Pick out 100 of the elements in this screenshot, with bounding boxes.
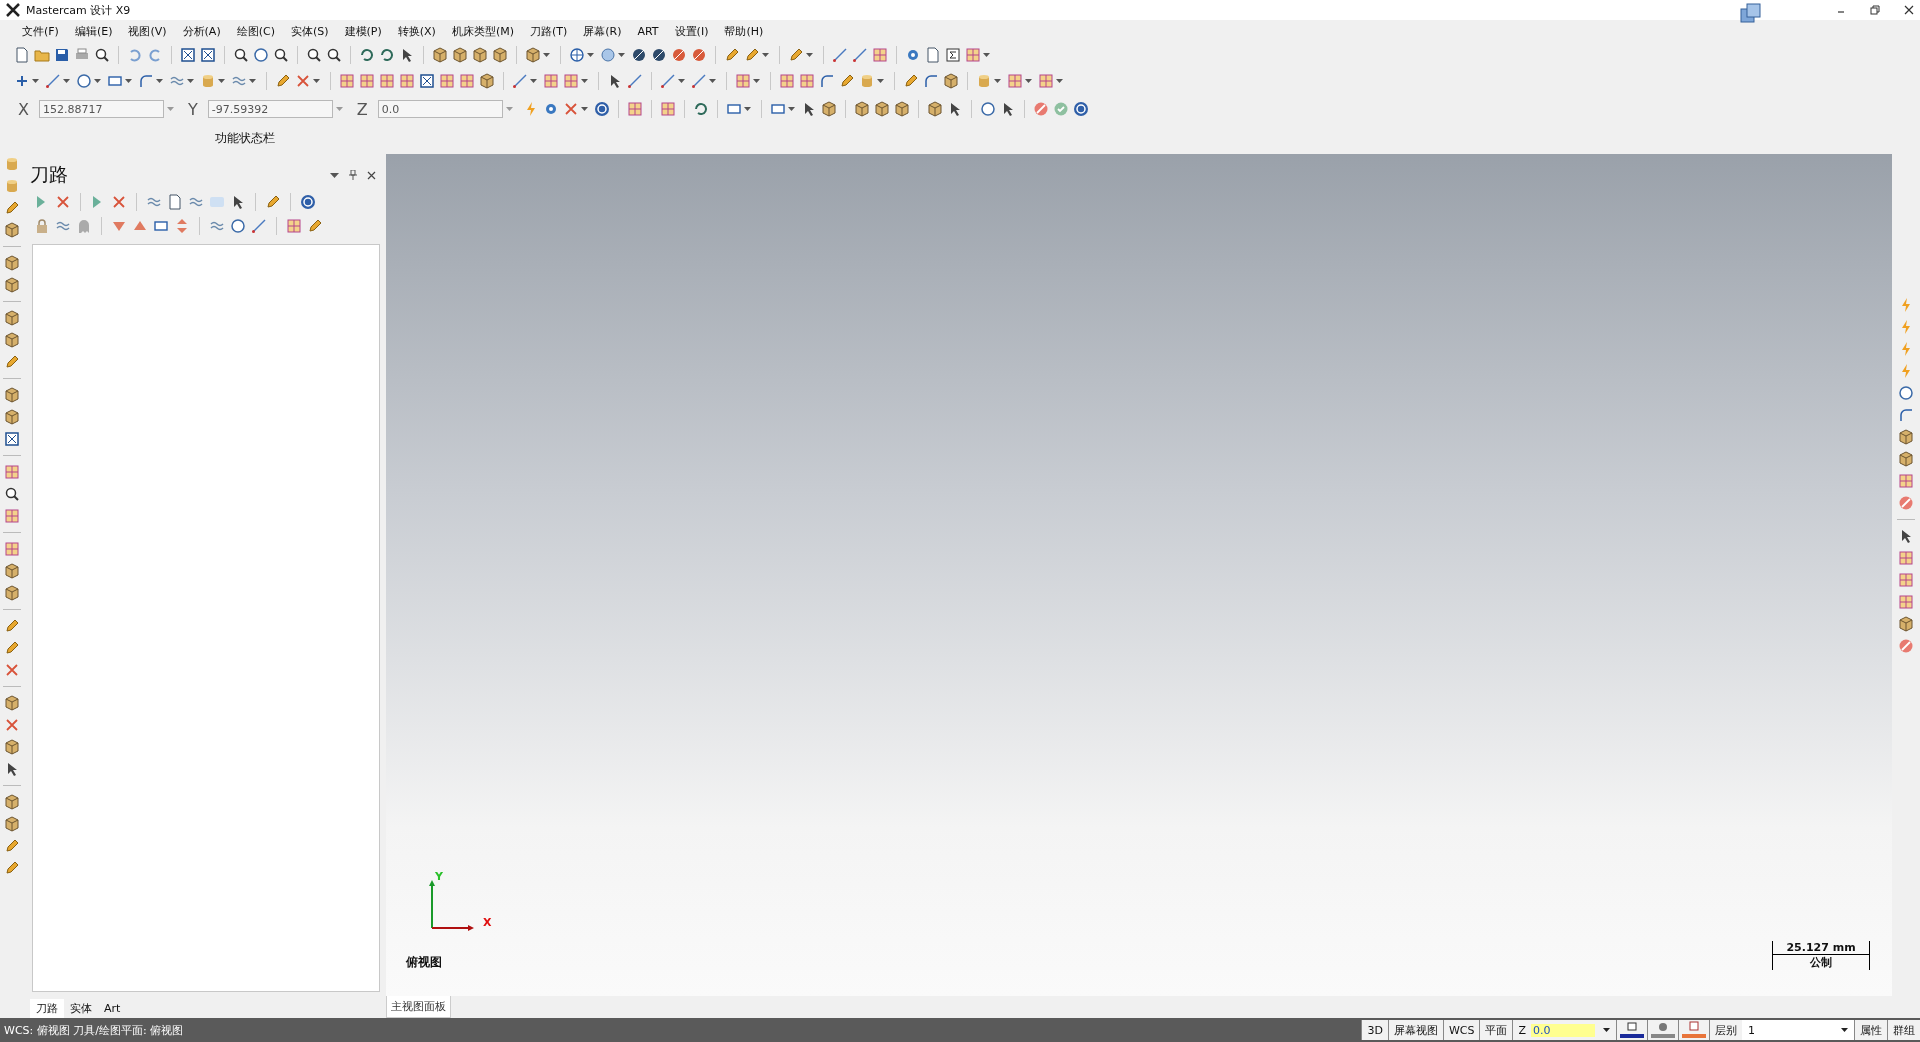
cube-icon[interactable] <box>4 277 20 293</box>
redo-icon[interactable] <box>147 47 163 63</box>
grid-icon[interactable] <box>4 508 20 524</box>
grid-icon[interactable] <box>359 73 375 89</box>
sphere-icon[interactable] <box>691 47 707 63</box>
sphere-icon[interactable] <box>651 47 667 63</box>
pencil-icon[interactable] <box>4 618 20 634</box>
cube-icon[interactable] <box>4 387 20 403</box>
menu-item[interactable]: 屏幕(R) <box>575 23 630 39</box>
status-button[interactable]: 平面 <box>1479 1020 1513 1040</box>
rectangle-icon[interactable] <box>153 218 169 234</box>
status-button[interactable]: 群组 <box>1887 1020 1920 1040</box>
frame-icon[interactable] <box>200 47 216 63</box>
menu-item[interactable]: 实体(S) <box>282 23 337 39</box>
cube-icon[interactable] <box>853 101 870 117</box>
menu-item[interactable]: 分析(A) <box>174 23 229 39</box>
coordinate-field[interactable]: 0.0 <box>377 100 503 118</box>
caret-icon[interactable] <box>313 79 320 83</box>
coordinate-field[interactable]: -97.59392 <box>207 100 333 118</box>
grid-icon[interactable] <box>659 101 676 117</box>
stop-icon[interactable] <box>1032 101 1049 117</box>
grid-icon[interactable] <box>543 73 559 89</box>
pencil-icon[interactable] <box>265 194 281 210</box>
grid-icon[interactable] <box>563 73 579 89</box>
rotate-icon[interactable] <box>379 47 395 63</box>
caret-icon[interactable] <box>543 53 550 57</box>
line-icon[interactable] <box>45 73 61 89</box>
cube-icon[interactable] <box>1898 429 1914 445</box>
cube-icon[interactable] <box>873 101 890 117</box>
cross-icon[interactable] <box>111 194 127 210</box>
graphics-viewport[interactable]: Y X 俯视图 25.127 mm 公制 <box>386 154 1892 996</box>
arc-icon[interactable] <box>923 73 939 89</box>
close-icon[interactable] <box>367 170 376 180</box>
caret-icon[interactable] <box>1056 79 1063 83</box>
cube-icon[interactable] <box>943 73 959 89</box>
pencil-icon[interactable] <box>788 47 804 63</box>
cross-icon[interactable] <box>295 73 311 89</box>
cube-icon[interactable] <box>4 563 20 579</box>
magnifier-icon[interactable] <box>326 47 342 63</box>
magnifier-icon[interactable] <box>233 47 249 63</box>
rectangle-icon[interactable] <box>107 73 123 89</box>
grid-icon[interactable] <box>339 73 355 89</box>
menu-item[interactable]: 绘图(C) <box>228 23 283 39</box>
close-icon[interactable] <box>1904 5 1914 15</box>
pencil-icon[interactable] <box>4 860 20 876</box>
pencil-icon[interactable] <box>4 838 20 854</box>
caret-icon[interactable] <box>1025 79 1032 83</box>
plus-icon[interactable] <box>14 73 30 89</box>
menu-item[interactable]: 文件(F) <box>14 23 67 39</box>
cross-icon[interactable] <box>4 717 20 733</box>
magnifier-icon[interactable] <box>306 47 322 63</box>
line-icon[interactable] <box>251 218 267 234</box>
grid-icon[interactable] <box>1898 550 1914 566</box>
arc-icon[interactable] <box>138 73 154 89</box>
document-icon[interactable] <box>925 47 941 63</box>
caret-icon[interactable] <box>994 79 1001 83</box>
panel-tab[interactable]: Art <box>98 999 127 1017</box>
grid-icon[interactable] <box>4 541 20 557</box>
menu-item[interactable]: 编辑(E) <box>66 23 121 39</box>
cube-icon[interactable] <box>4 585 20 601</box>
arc-icon[interactable] <box>819 73 835 89</box>
menu-item[interactable]: 设置(I) <box>666 23 717 39</box>
pencil-icon[interactable] <box>275 73 291 89</box>
cube-icon[interactable] <box>926 101 943 117</box>
grid-icon[interactable] <box>1898 473 1914 489</box>
status-button[interactable]: 属性 <box>1854 1020 1887 1040</box>
stop-icon[interactable] <box>1898 638 1914 654</box>
globe-icon[interactable] <box>569 47 585 63</box>
pencil-icon[interactable] <box>839 73 855 89</box>
caret-icon[interactable] <box>63 79 70 83</box>
caret-icon[interactable] <box>580 107 588 111</box>
line-icon[interactable] <box>512 73 528 89</box>
grid-icon[interactable] <box>1038 73 1054 89</box>
cube-icon[interactable] <box>820 101 837 117</box>
menu-item[interactable]: 视图(V) <box>120 23 175 39</box>
check-icon[interactable] <box>1052 101 1069 117</box>
caret-icon[interactable] <box>806 53 813 57</box>
caret-icon[interactable] <box>762 53 769 57</box>
frame-icon[interactable] <box>419 73 435 89</box>
cube-icon[interactable] <box>4 816 20 832</box>
frame-icon[interactable] <box>4 431 20 447</box>
caret-icon[interactable] <box>587 53 594 57</box>
caret-icon[interactable] <box>743 107 751 111</box>
frame-icon[interactable] <box>180 47 196 63</box>
undo-icon[interactable] <box>127 47 143 63</box>
pencil-icon[interactable] <box>307 218 323 234</box>
rectangle-icon[interactable] <box>769 101 786 117</box>
cube-icon[interactable] <box>492 47 508 63</box>
magnifier-icon[interactable] <box>4 486 20 502</box>
cross-icon[interactable] <box>55 194 71 210</box>
cross-icon[interactable] <box>4 662 20 678</box>
status-button[interactable]: 层别 <box>1709 1020 1742 1040</box>
coordinate-field[interactable]: 152.88717 <box>38 100 164 118</box>
menu-item[interactable]: 帮助(H) <box>716 23 772 39</box>
caret-icon[interactable] <box>581 79 588 83</box>
caret-icon[interactable] <box>218 79 225 83</box>
pencil-icon[interactable] <box>4 354 20 370</box>
cube-icon[interactable] <box>4 409 20 425</box>
caret-icon[interactable] <box>618 53 625 57</box>
magnifier-icon[interactable] <box>273 47 289 63</box>
